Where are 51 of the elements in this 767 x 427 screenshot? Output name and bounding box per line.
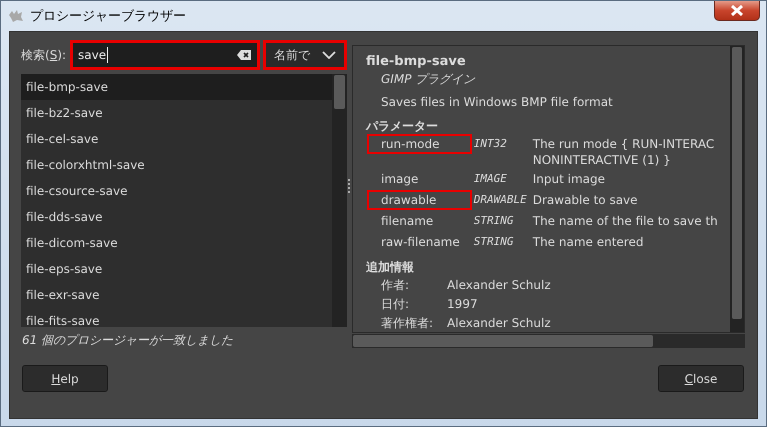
procedure-item[interactable]: file-bmp-save [21, 74, 332, 100]
search-field[interactable]: save [70, 40, 260, 70]
app-icon [8, 9, 24, 23]
param-type: STRING [472, 213, 514, 229]
param-type: STRING [472, 234, 514, 250]
search-label: 検索(S): [21, 46, 66, 64]
procedure-item[interactable]: file-bz2-save [21, 100, 332, 126]
clear-icon[interactable] [237, 50, 252, 60]
procedure-item[interactable]: file-dds-save [21, 204, 332, 230]
procedure-item[interactable]: file-csource-save [21, 178, 332, 204]
param-description: Drawable to save [532, 192, 639, 209]
chevron-down-icon [322, 51, 336, 59]
param-name: drawable [367, 190, 472, 210]
dialog-button[interactable]: Help [22, 365, 108, 392]
scrollbar-thumb[interactable] [334, 75, 345, 109]
procedure-item[interactable]: file-eps-save [21, 256, 332, 282]
procedure-item[interactable]: file-exr-save [21, 282, 332, 308]
param-type: IMAGE [472, 171, 508, 187]
procedure-item[interactable]: file-fits-save [21, 308, 332, 327]
procedure-item[interactable]: file-dicom-save [21, 230, 332, 256]
info-value: Alexander Schulz [447, 316, 552, 331]
match-count: 61 個のプロシージャーが一致しました [21, 332, 234, 349]
info-value: Alexander Schulz [447, 278, 552, 293]
info-value: 1997 [447, 297, 479, 312]
dialog-button[interactable]: Close [658, 365, 744, 392]
procedure-item[interactable]: file-colorxhtml-save [21, 152, 332, 178]
info-label: 作者: [381, 278, 410, 293]
param-type: INT32 [472, 136, 508, 152]
close-icon [730, 5, 744, 16]
param-description: The name entered [532, 234, 644, 251]
param-name: filename [380, 213, 434, 230]
close-button[interactable] [714, 1, 760, 21]
procedure-name: file-bmp-save [366, 54, 467, 69]
procedure-type: GIMP プラグイン [380, 71, 476, 87]
procedure-item[interactable]: file-cel-save [21, 126, 332, 152]
param-description: Input image [532, 171, 606, 188]
info-label: 日付: [381, 297, 410, 312]
param-name: raw-filename [380, 234, 461, 251]
scrollbar-thumb[interactable] [353, 335, 653, 347]
section-heading: パラメーター [366, 118, 439, 134]
param-name: image [380, 171, 420, 188]
scrollbar-thumb[interactable] [732, 47, 742, 319]
search-mode-dropdown[interactable]: 名前で [263, 40, 347, 70]
param-name: run-mode [367, 134, 472, 154]
param-type: DRAWABLE [472, 192, 528, 208]
param-description: The name of the file to save th [532, 213, 719, 230]
window-title: プロシージャーブラウザー [30, 8, 186, 25]
info-label: 著作権者: [381, 316, 434, 331]
section-heading: 追加情報 [366, 259, 415, 275]
procedure-description: Saves files in Windows BMP file format [380, 94, 614, 110]
param-description: The run mode { RUN-INTERAC NONINTERACTIVE (1) } [532, 136, 716, 168]
